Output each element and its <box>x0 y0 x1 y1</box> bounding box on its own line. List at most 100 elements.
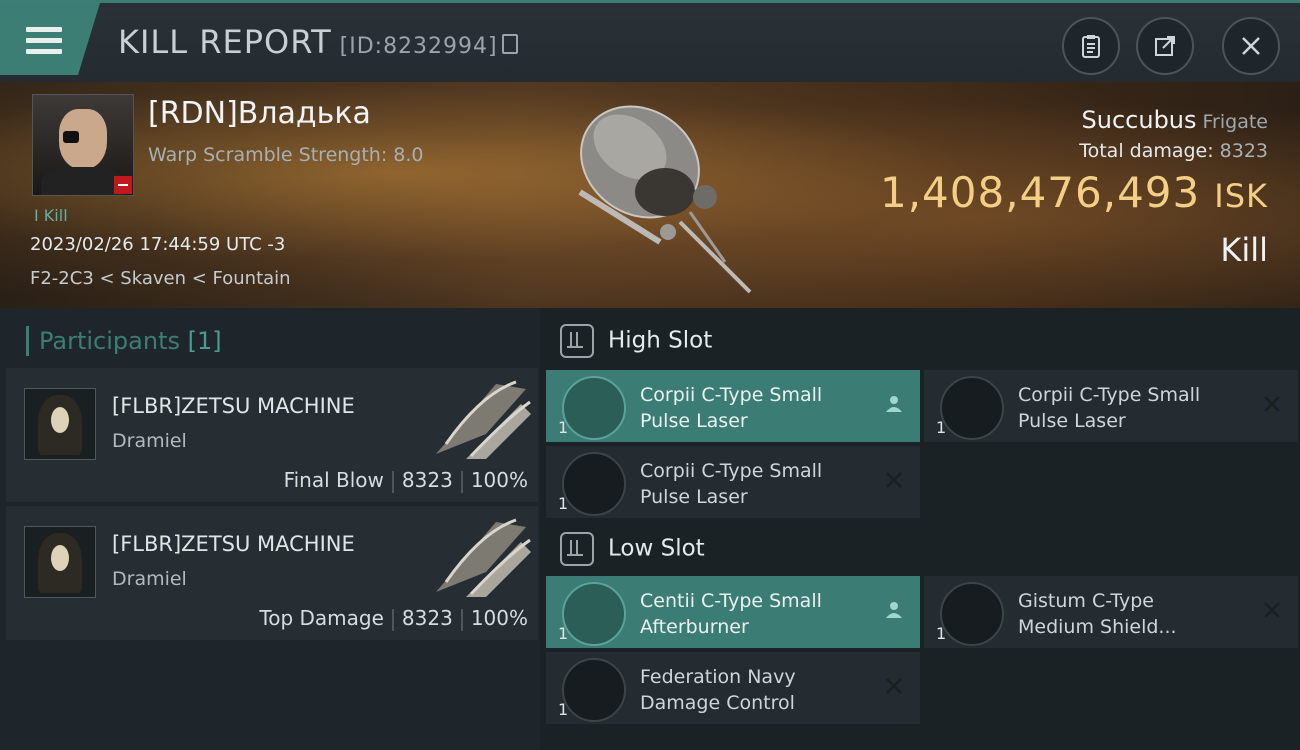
low-slot-header: Low Slot <box>560 532 705 566</box>
fitting-panel: High Slot 1 Corpii C-Type Small Pulse Las… <box>540 308 1300 750</box>
module-name-line2: Medium Shield... <box>1018 616 1177 638</box>
participant-stats: Top Damage 8323 100% <box>259 606 528 631</box>
ship-info: Succubus Frigate Total damage: 8323 1,408,… <box>880 106 1268 269</box>
participant-card[interactable]: [FLBR]ZETSU MACHINE Dramiel Top Damage 83… <box>6 506 538 640</box>
pulse-laser-icon <box>562 452 626 516</box>
person-icon <box>886 396 902 412</box>
participant-avatar <box>24 526 96 598</box>
module-quantity: 1 <box>936 418 947 437</box>
module-name-line2: Pulse Laser <box>1018 410 1126 432</box>
participant-percent: 100% <box>470 468 528 492</box>
high-slot-label: High Slot <box>608 327 713 354</box>
module-item[interactable]: 1 Corpii C-Type Small Pulse Laser <box>546 446 920 518</box>
total-damage-value: 8323 <box>1219 140 1268 162</box>
menu-button[interactable] <box>0 3 100 75</box>
module-name-line1: Corpii C-Type Small <box>1018 384 1201 406</box>
page-title: KILL REPORT [ID:8232994] <box>118 23 518 61</box>
module-item[interactable]: 1 Gistum C-Type Medium Shield... <box>924 576 1298 648</box>
module-quantity: 1 <box>558 494 569 513</box>
module-quantity: 1 <box>936 624 947 643</box>
participant-ship: Dramiel <box>112 568 187 590</box>
ship-class: Frigate <box>1202 111 1268 133</box>
module-item[interactable]: 1 Corpii C-Type Small Pulse Laser <box>546 370 920 442</box>
share-icon <box>1155 36 1175 56</box>
page-title-text: KILL REPORT <box>118 23 332 61</box>
report-id: [ID:8232994] <box>339 34 498 59</box>
participant-ship-image <box>436 518 531 597</box>
share-button[interactable] <box>1136 17 1194 75</box>
participant-damage: 8323 <box>401 468 453 492</box>
participant-avatar <box>24 388 96 460</box>
participant-name: [FLBR]ZETSU MACHINE <box>112 532 355 556</box>
module-item[interactable]: 1 Corpii C-Type Small Pulse Laser <box>924 370 1298 442</box>
module-name: Corpii C-Type Small Pulse Laser <box>1018 382 1248 434</box>
participants-header: Participants [1] <box>26 326 222 356</box>
kill-timestamp: 2023/02/26 17:44:59 UTC -3 <box>30 234 286 255</box>
ship-name[interactable]: Succubus <box>1082 106 1197 134</box>
module-item[interactable]: 1 Centii C-Type Small Afterburner <box>546 576 920 648</box>
isk-value: 1,408,476,493 <box>879 168 1201 217</box>
module-item[interactable]: 1 Federation Navy Damage Control <box>546 652 920 724</box>
module-name: Corpii C-Type Small Pulse Laser <box>640 382 870 434</box>
module-name-line2: Pulse Laser <box>640 486 748 508</box>
module-name-line2: Pulse Laser <box>640 410 748 432</box>
victim-name[interactable]: [RDN]Владька <box>148 96 371 131</box>
x-icon <box>1264 602 1280 618</box>
close-icon <box>1242 37 1260 55</box>
shield-icon <box>940 582 1004 646</box>
header-bar: KILL REPORT [ID:8232994] <box>0 0 1300 85</box>
high-slot-icon <box>560 324 594 358</box>
module-name-line2: Afterburner <box>640 616 749 638</box>
participants-label: Participants <box>39 327 180 355</box>
low-slot-label: Low Slot <box>608 535 705 562</box>
participant-ship-image <box>436 380 531 459</box>
copy-icon[interactable] <box>501 34 518 54</box>
kill-location[interactable]: F2-2C3 < Skaven < Fountain <box>30 268 291 289</box>
participant-stats: Final Blow 8323 100% <box>284 468 528 493</box>
module-name: Federation Navy Damage Control <box>640 664 870 716</box>
victim-banner: [RDN]Владька Warp Scramble Strength: 8.0… <box>0 82 1300 308</box>
participant-role: Top Damage <box>259 606 384 630</box>
module-name: Centii C-Type Small Afterburner <box>640 588 870 640</box>
warp-scramble-strength: Warp Scramble Strength: 8.0 <box>148 144 424 166</box>
participants-panel: Participants [1] [FLBR]ZETSU MACHINE Dra… <box>0 308 540 750</box>
participant-ship: Dramiel <box>112 430 187 452</box>
module-name-line1: Centii C-Type Small <box>640 590 822 612</box>
module-name: Corpii C-Type Small Pulse Laser <box>640 458 870 510</box>
module-name: Gistum C-Type Medium Shield... <box>1018 588 1248 640</box>
participant-card[interactable]: [FLBR]ZETSU MACHINE Dramiel Final Blow 83… <box>6 368 538 502</box>
person-icon <box>886 602 902 618</box>
damage-control-icon <box>562 658 626 722</box>
kill-result: Kill <box>1220 231 1268 269</box>
module-quantity: 1 <box>558 700 569 719</box>
module-quantity: 1 <box>558 418 569 437</box>
x-icon <box>886 472 902 488</box>
x-icon <box>886 678 902 694</box>
high-slot-header: High Slot <box>560 324 712 358</box>
victim-ship-image[interactable] <box>550 92 770 302</box>
total-damage-line: Total damage: 8323 <box>880 140 1268 162</box>
afterburner-icon <box>562 582 626 646</box>
participant-name: [FLBR]ZETSU MACHINE <box>112 394 355 418</box>
kill-count: I Kill <box>34 206 68 225</box>
loss-badge-icon <box>114 176 132 194</box>
module-name-line1: Federation Navy <box>640 666 796 688</box>
x-icon <box>1264 396 1280 412</box>
module-name-line2: Damage Control <box>640 692 795 714</box>
pulse-laser-icon <box>940 376 1004 440</box>
hamburger-icon <box>26 27 62 55</box>
pulse-laser-icon <box>562 376 626 440</box>
module-name-line1: Gistum C-Type <box>1018 590 1154 612</box>
module-name-line1: Corpii C-Type Small <box>640 460 823 482</box>
low-slot-icon <box>560 532 594 566</box>
isk-line: 1,408,476,493 ISK <box>880 168 1268 217</box>
module-name-line1: Corpii C-Type Small <box>640 384 823 406</box>
clipboard-button[interactable] <box>1062 17 1120 75</box>
ship-name-line: Succubus Frigate <box>880 106 1268 134</box>
participants-count: [1] <box>187 327 222 355</box>
close-button[interactable] <box>1222 17 1280 75</box>
participant-role: Final Blow <box>283 468 384 492</box>
module-quantity: 1 <box>558 624 569 643</box>
participant-percent: 100% <box>470 606 528 630</box>
clipboard-icon <box>1082 35 1100 58</box>
